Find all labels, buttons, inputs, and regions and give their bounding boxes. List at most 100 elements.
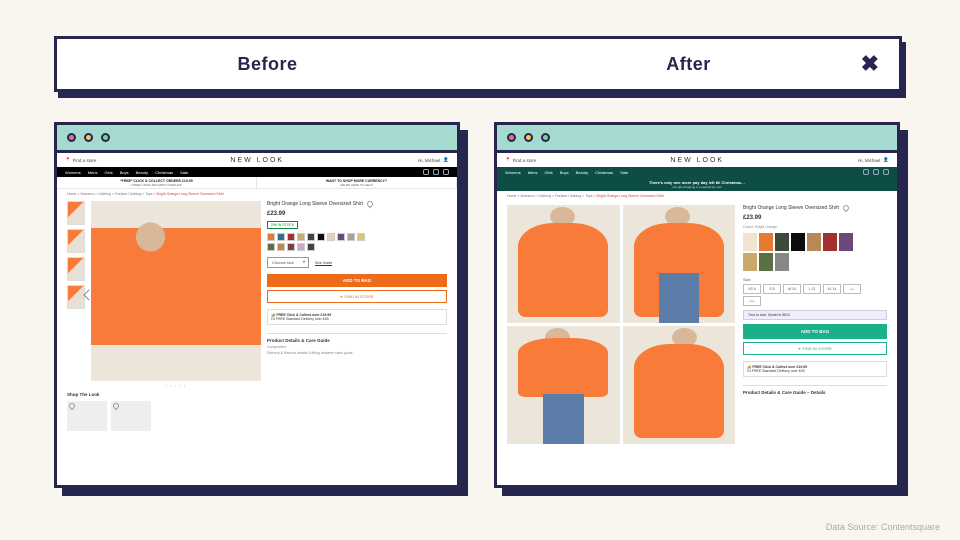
variant-thumbnail[interactable] xyxy=(807,233,821,251)
promo-1-sub: *FREE* UKRH DELIVERY OVER £45 xyxy=(131,183,181,187)
variant-thumbnail[interactable] xyxy=(839,233,853,251)
nav-beauty[interactable]: Beauty xyxy=(136,170,148,175)
size-option[interactable]: XS 6 xyxy=(743,284,761,294)
variant-thumbnail[interactable] xyxy=(759,253,773,271)
variant-thumbnail[interactable] xyxy=(823,233,837,251)
details-accordion[interactable]: Product Details & Care Guide xyxy=(267,333,447,343)
color-swatch[interactable] xyxy=(267,243,275,251)
color-swatch[interactable] xyxy=(317,233,325,241)
color-swatch[interactable] xyxy=(307,243,315,251)
breadcrumb[interactable]: Home > Womens > Clothing > Fashion Cloth… xyxy=(497,191,897,201)
size-option[interactable]: L 12 xyxy=(803,284,821,294)
traffic-min-icon xyxy=(524,133,533,142)
nav-christmas[interactable]: Christmas xyxy=(595,170,613,175)
size-guide-link[interactable]: Size Guide xyxy=(315,261,332,265)
nav-womens[interactable]: Womens xyxy=(65,170,81,175)
nav-girls[interactable]: Girls xyxy=(105,170,113,175)
nav-christmas[interactable]: Christmas xyxy=(155,170,173,175)
store-locator[interactable]: Find a store xyxy=(513,158,537,163)
data-source-note: Data Source: Contentsquare xyxy=(826,522,940,532)
variant-thumbnail[interactable] xyxy=(775,253,789,271)
account-greeting[interactable]: Hi, Michael xyxy=(858,158,880,163)
color-swatch[interactable] xyxy=(297,233,305,241)
store-locator[interactable]: Find a store xyxy=(73,158,97,163)
nav-boys[interactable]: Boys xyxy=(560,170,569,175)
product-main-image[interactable] xyxy=(91,201,261,381)
find-in-store-button[interactable]: ⌖FIND IN STORE xyxy=(743,342,887,355)
color-swatch[interactable] xyxy=(267,233,275,241)
color-swatch[interactable] xyxy=(337,233,345,241)
product-image[interactable] xyxy=(507,326,620,444)
add-to-bag-button[interactable]: ADD TO BAG xyxy=(267,274,447,287)
nav-mens[interactable]: Mens xyxy=(528,170,538,175)
nav-girls[interactable]: Girls xyxy=(545,170,553,175)
primary-nav: Womens Mens Girls Boys Beauty Christmas … xyxy=(497,167,897,177)
colour-label: Colour: Bright Orange xyxy=(743,225,887,229)
heart-icon[interactable] xyxy=(112,402,120,410)
pin-icon: 📍 xyxy=(65,157,71,163)
nav-mens[interactable]: Mens xyxy=(88,170,98,175)
traffic-close-icon xyxy=(67,133,76,142)
nav-womens[interactable]: Womens xyxy=(505,170,521,175)
wishlist-icon[interactable] xyxy=(433,169,439,175)
heart-icon[interactable] xyxy=(68,402,76,410)
color-swatch[interactable] xyxy=(357,233,365,241)
breadcrumb[interactable]: Home > Womens > Clothing > Fashion Cloth… xyxy=(57,189,457,199)
color-swatch[interactable] xyxy=(307,233,315,241)
variant-thumbnail[interactable] xyxy=(775,233,789,251)
color-swatch[interactable] xyxy=(287,243,295,251)
search-icon[interactable] xyxy=(863,169,869,175)
traffic-min-icon xyxy=(84,133,93,142)
pin-icon: ⌖ xyxy=(798,346,800,351)
after-panel: 📍Find a store NEW LOOK Hi, Michael👤 Wome… xyxy=(494,122,900,488)
nav-sale[interactable]: Sale xyxy=(620,170,628,175)
thumbnail[interactable] xyxy=(67,229,85,253)
bag-icon[interactable] xyxy=(883,169,889,175)
color-swatch[interactable] xyxy=(327,233,335,241)
details-accordion[interactable]: Product Details & Care Guide – Details xyxy=(743,385,887,395)
heart-icon[interactable] xyxy=(842,204,850,212)
color-swatch[interactable] xyxy=(277,243,285,251)
user-icon: 👤 xyxy=(443,157,449,163)
look-card[interactable] xyxy=(67,401,107,431)
size-option[interactable]: M 10 xyxy=(783,284,801,294)
variant-thumbnail[interactable] xyxy=(743,253,757,271)
close-icon[interactable]: ✖ xyxy=(861,51,879,77)
size-option[interactable]: XL 14 xyxy=(823,284,841,294)
product-image[interactable] xyxy=(507,205,620,323)
color-swatch[interactable] xyxy=(347,233,355,241)
product-price: £23.99 xyxy=(743,215,887,221)
add-to-bag-button[interactable]: ADD TO BAG xyxy=(743,324,887,339)
nav-beauty[interactable]: Beauty xyxy=(576,170,588,175)
nav-sale[interactable]: Sale xyxy=(180,170,188,175)
size-select[interactable]: Choose size xyxy=(267,257,309,268)
account-greeting[interactable]: Hi, Michael xyxy=(418,158,440,163)
promo-2-sub: WE'RE HERE TO HELP xyxy=(340,183,372,187)
size-option[interactable]: S 8 xyxy=(763,284,781,294)
variant-thumbnail[interactable] xyxy=(759,233,773,251)
look-card[interactable] xyxy=(111,401,151,431)
nav-boys[interactable]: Boys xyxy=(120,170,129,175)
product-price: £23.99 xyxy=(267,211,447,217)
variant-thumbnail[interactable] xyxy=(743,233,757,251)
color-swatch[interactable] xyxy=(297,243,305,251)
thumbnail[interactable] xyxy=(67,201,85,225)
brand-logo[interactable]: NEW LOOK xyxy=(230,157,284,164)
color-swatch[interactable] xyxy=(277,233,285,241)
wishlist-icon[interactable] xyxy=(873,169,879,175)
search-icon[interactable] xyxy=(423,169,429,175)
thumbnail[interactable] xyxy=(67,285,85,309)
variant-thumbnail[interactable] xyxy=(791,233,805,251)
primary-nav: Womens Mens Girls Boys Beauty Christmas … xyxy=(57,167,457,177)
color-swatch[interactable] xyxy=(287,233,295,241)
thumbnail[interactable] xyxy=(67,257,85,281)
product-image[interactable] xyxy=(623,326,736,444)
brand-logo[interactable]: NEW LOOK xyxy=(670,157,724,164)
find-in-store-button[interactable]: ⌖FIND IN STORE xyxy=(267,290,447,303)
bag-icon[interactable] xyxy=(443,169,449,175)
ship-sub: Or FREE Standard Delivery over £45 xyxy=(747,369,883,373)
product-image[interactable] xyxy=(623,205,736,323)
heart-icon[interactable] xyxy=(366,200,374,208)
user-icon: 👤 xyxy=(883,157,889,163)
carousel-dots[interactable]: • • • • • xyxy=(91,383,261,388)
